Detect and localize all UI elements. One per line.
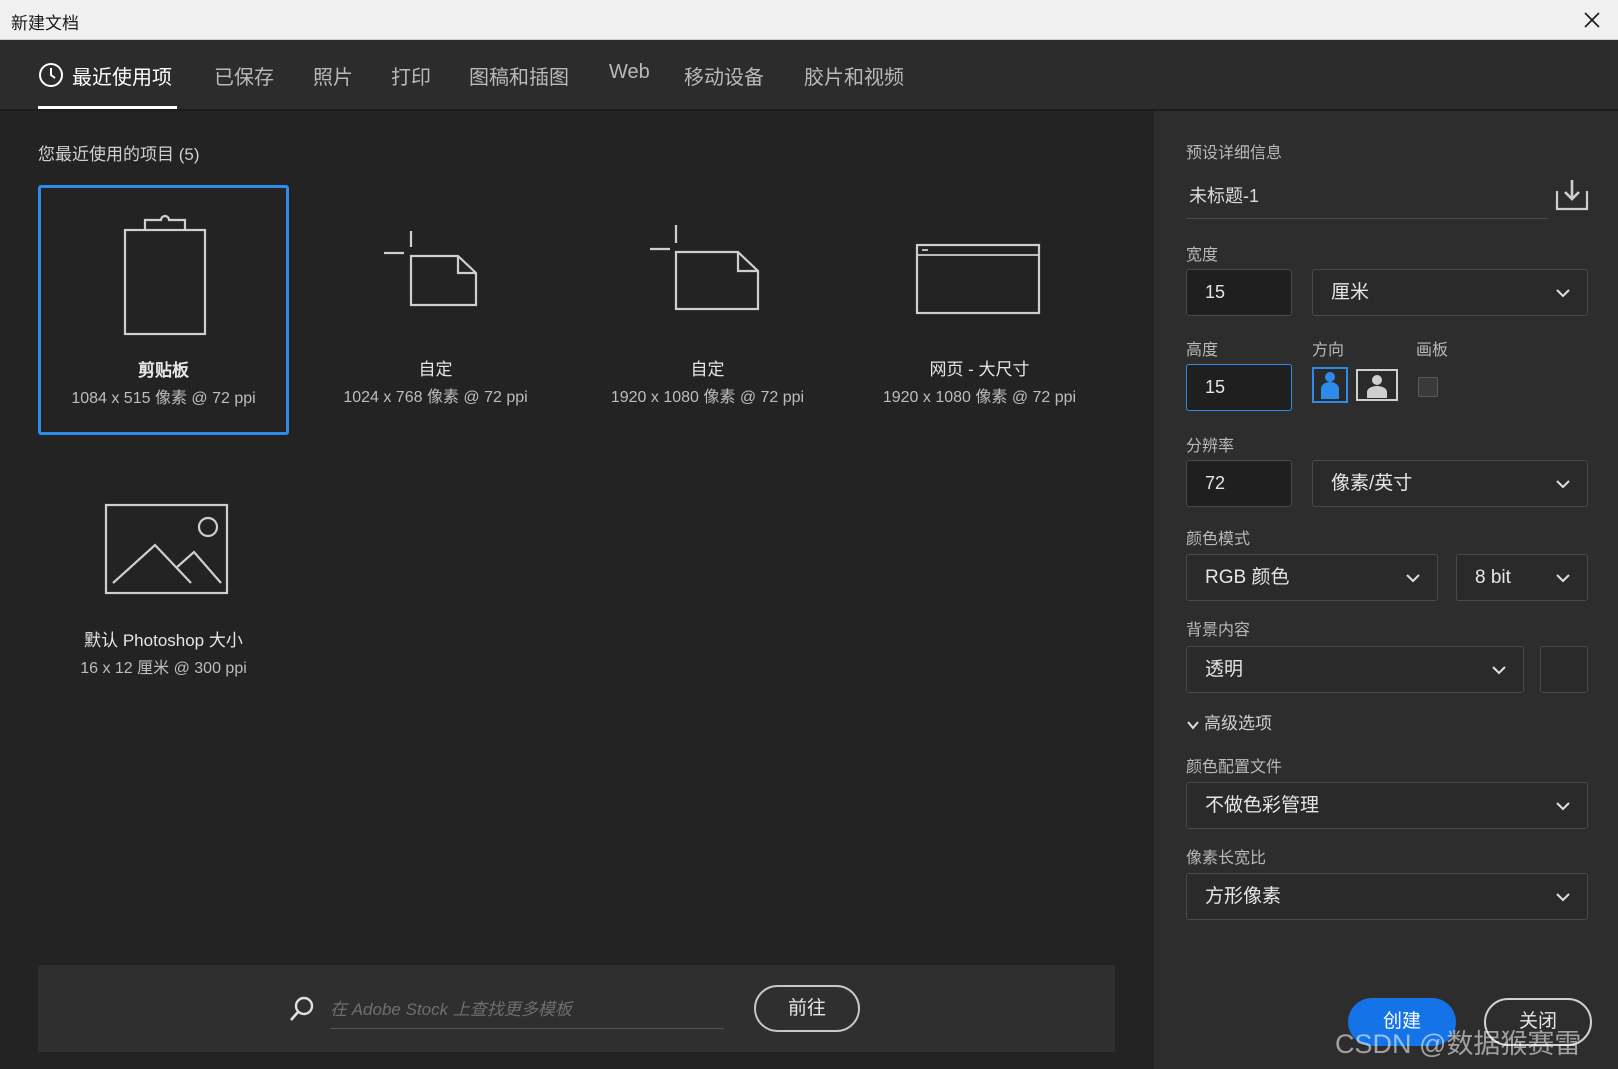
chevron-down-icon <box>1556 480 1570 489</box>
close-icon <box>1584 12 1600 28</box>
chevron-down-icon <box>1406 574 1420 583</box>
height-input[interactable]: 15 <box>1186 364 1292 411</box>
recent-item-size: 1084 x 515 像素 @ 72 ppi <box>71 390 256 407</box>
tab-bar: 最近使用项 已保存 照片 打印 图稿和插图 Web 移动设备 胶片和视频 <box>0 40 1618 111</box>
recent-item-size: 1024 x 768 像素 @ 72 ppi <box>343 389 528 406</box>
artboard-checkbox[interactable] <box>1418 377 1438 397</box>
recent-item-name: 自定 <box>418 360 453 379</box>
width-unit-select[interactable]: 厘米 <box>1312 269 1588 316</box>
advanced-options-label: 高级选项 <box>1204 714 1272 733</box>
recent-item-size: 1920 x 1080 像素 @ 72 ppi <box>610 389 805 406</box>
orientation-label: 方向 <box>1312 342 1345 359</box>
background-contents-select[interactable]: 透明 <box>1186 646 1524 693</box>
recent-item-name: 自定 <box>690 360 725 379</box>
recent-item-name: 剪贴板 <box>138 361 189 380</box>
tab-art-illustration[interactable]: 图稿和插图 <box>469 61 569 90</box>
background-contents-value: 透明 <box>1205 659 1244 680</box>
artboard-label: 画板 <box>1416 342 1449 359</box>
active-tab-indicator <box>38 106 177 109</box>
bit-depth-select[interactable]: 8 bit <box>1456 554 1588 601</box>
resolution-label: 分辨率 <box>1186 438 1235 455</box>
recent-item-default-photoshop[interactable]: 默认 Photoshop 大小 16 x 12 厘米 @ 300 ppi <box>38 460 289 710</box>
color-profile-label: 颜色配置文件 <box>1186 759 1283 776</box>
save-preset-icon[interactable] <box>1554 177 1590 213</box>
clipboard-icon <box>123 214 207 336</box>
tab-web[interactable]: Web <box>609 61 650 84</box>
search-icon <box>290 996 314 1021</box>
tab-print[interactable]: 打印 <box>391 61 431 90</box>
stock-go-button[interactable]: 前往 <box>754 985 860 1032</box>
recent-item-clipboard[interactable]: 剪贴板 1084 x 515 像素 @ 72 ppi <box>38 185 289 435</box>
recent-item-web-large[interactable]: 网页 - 大尺寸 1920 x 1080 像素 @ 72 ppi <box>854 185 1105 435</box>
color-mode-select[interactable]: RGB 颜色 <box>1186 554 1438 601</box>
advanced-options-toggle[interactable]: 高级选项 <box>1186 709 1272 734</box>
height-label: 高度 <box>1186 342 1219 359</box>
chevron-down-icon <box>1556 574 1570 583</box>
web-page-icon <box>915 243 1041 315</box>
image-icon <box>104 503 229 595</box>
recent-item-name: 网页 - 大尺寸 <box>929 360 1030 379</box>
stock-search-bar: 前往 <box>38 965 1115 1052</box>
resolution-input[interactable]: 72 <box>1186 460 1292 507</box>
recent-item-custom-1024[interactable]: 自定 1024 x 768 像素 @ 72 ppi <box>310 185 561 435</box>
color-profile-value: 不做色彩管理 <box>1205 795 1320 816</box>
preset-name-field[interactable]: 未标题-1 <box>1186 177 1548 219</box>
window-title: 新建文档 <box>11 14 79 33</box>
chevron-down-icon <box>1187 720 1199 730</box>
chevron-down-icon <box>1556 893 1570 902</box>
tab-recent[interactable]: 最近使用项 <box>72 61 172 90</box>
chevron-down-icon <box>1556 802 1570 811</box>
bit-depth-value: 8 bit <box>1475 567 1511 588</box>
watermark: CSDN @数据猴赛雷 <box>1335 1029 1582 1059</box>
preset-details-title: 预设详细信息 <box>1186 145 1283 162</box>
chevron-down-icon <box>1492 666 1506 675</box>
landscape-orientation-icon[interactable] <box>1356 367 1398 403</box>
tab-film-video[interactable]: 胶片和视频 <box>804 61 904 90</box>
resolution-unit-value: 像素/英寸 <box>1331 473 1413 494</box>
stock-search-input[interactable] <box>330 991 724 1029</box>
color-profile-select[interactable]: 不做色彩管理 <box>1186 782 1588 829</box>
resolution-unit-select[interactable]: 像素/英寸 <box>1312 460 1588 507</box>
background-contents-label: 背景内容 <box>1186 622 1251 639</box>
custom-document-icon <box>650 225 760 311</box>
color-mode-value: RGB 颜色 <box>1205 567 1290 588</box>
pixel-aspect-value: 方形像素 <box>1205 886 1282 907</box>
color-mode-label: 颜色模式 <box>1186 531 1251 548</box>
clock-icon <box>39 63 63 87</box>
pixel-aspect-label: 像素长宽比 <box>1186 850 1267 867</box>
width-unit-value: 厘米 <box>1331 282 1370 303</box>
tab-photo[interactable]: 照片 <box>313 61 353 90</box>
tab-mobile[interactable]: 移动设备 <box>684 61 764 90</box>
portrait-orientation-icon[interactable] <box>1312 367 1348 403</box>
recent-item-custom-1920[interactable]: 自定 1920 x 1080 像素 @ 72 ppi <box>582 185 833 435</box>
chevron-down-icon <box>1556 289 1570 298</box>
tab-saved[interactable]: 已保存 <box>214 61 274 90</box>
recent-section-title: 您最近使用的项目 (5) <box>38 145 200 164</box>
background-color-swatch[interactable] <box>1540 646 1588 693</box>
custom-document-icon <box>384 231 478 307</box>
window-close-button[interactable] <box>1576 4 1608 36</box>
width-input[interactable]: 15 <box>1186 269 1292 316</box>
width-label: 宽度 <box>1186 247 1219 264</box>
recent-item-name: 默认 Photoshop 大小 <box>84 631 243 650</box>
pixel-aspect-select[interactable]: 方形像素 <box>1186 873 1588 920</box>
preset-details-panel: 预设详细信息 未标题-1 宽度 15 厘米 高度 方向 画板 15 分辨率 72… <box>1154 111 1618 1069</box>
recent-item-size: 16 x 12 厘米 @ 300 ppi <box>80 660 247 677</box>
title-bar: 新建文档 <box>0 0 1618 40</box>
recent-item-size: 1920 x 1080 像素 @ 72 ppi <box>882 389 1077 406</box>
